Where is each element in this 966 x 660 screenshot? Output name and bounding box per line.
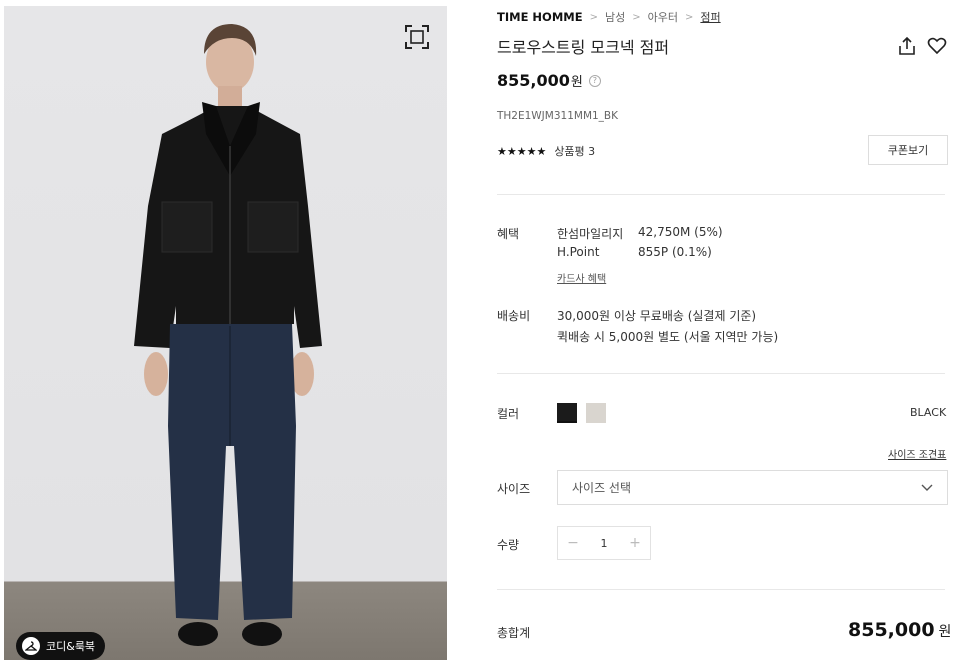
product-info: TIME HOMME > 남성 > 아우터 > 점퍼 드로우스트링 모크넥 점퍼… xyxy=(497,0,951,660)
color-swatch-beige[interactable] xyxy=(586,403,606,423)
chevron-down-icon xyxy=(921,484,933,491)
shipping-label: 배송비 xyxy=(497,309,531,323)
lookbook-button[interactable]: 코디&룩북 xyxy=(16,632,106,660)
breadcrumb: TIME HOMME > 남성 > 아우터 > 점퍼 xyxy=(497,9,721,25)
rating-row[interactable]: ★★★★★ 상품평 3 xyxy=(497,143,595,159)
product-photo[interactable]: 코디&룩북 xyxy=(4,6,447,660)
size-chart-link[interactable]: 사이즈 조견표 xyxy=(888,446,946,461)
breadcrumb-brand[interactable]: TIME HOMME xyxy=(497,10,583,24)
hanger-icon xyxy=(22,637,40,655)
product-price: 855,000 xyxy=(497,71,570,90)
star-rating-icon: ★★★★★ xyxy=(497,144,547,158)
total-price: 855,000 원 xyxy=(848,619,951,641)
divider xyxy=(497,589,945,590)
coupon-button[interactable]: 쿠폰보기 xyxy=(868,135,948,165)
heart-icon[interactable] xyxy=(927,36,947,56)
product-code: TH2E1WJM311MM1_BK xyxy=(497,110,619,122)
mileage-name: 한섬마일리지 xyxy=(557,227,624,241)
minus-button[interactable]: − xyxy=(558,535,588,551)
chevron-right-icon: > xyxy=(632,11,641,23)
hpoint-value: 855P (0.1%) xyxy=(638,245,712,259)
total-label: 총합계 xyxy=(497,626,531,640)
fullscreen-icon[interactable] xyxy=(404,24,430,50)
product-title: 드로우스트링 모크넥 점퍼 xyxy=(497,38,670,57)
breadcrumb-item-outer[interactable]: 아우터 xyxy=(648,9,678,25)
selected-color: BLACK xyxy=(910,406,947,419)
quantity-value[interactable]: 1 xyxy=(588,537,620,550)
quantity-stepper[interactable]: − 1 + xyxy=(557,526,651,560)
price-unit: 원 xyxy=(570,75,583,90)
total-unit: 원 xyxy=(938,624,952,640)
shipping-line-2: 퀵배송 시 5,000원 별도 (서울 지역만 가능) xyxy=(557,330,779,344)
benefits-label: 혜택 xyxy=(497,227,520,241)
divider xyxy=(497,194,945,195)
chevron-right-icon: > xyxy=(684,11,694,23)
color-swatch-black[interactable] xyxy=(557,403,577,423)
shipping-line-1: 30,000원 이상 무료배송 (실결제 기준) xyxy=(557,309,757,323)
size-select[interactable]: 사이즈 선택 xyxy=(557,470,948,505)
total-amount: 855,000 xyxy=(848,619,935,641)
lookbook-label: 코디&룩북 xyxy=(46,640,96,653)
size-select-placeholder: 사이즈 선택 xyxy=(572,481,632,495)
plus-button[interactable]: + xyxy=(620,535,650,551)
size-label: 사이즈 xyxy=(497,482,531,496)
card-benefits-link[interactable]: 카드사 혜택 xyxy=(557,270,606,285)
price-row: 855,000 원 ? xyxy=(497,71,601,90)
divider xyxy=(497,373,945,374)
question-icon[interactable]: ? xyxy=(588,74,601,87)
breadcrumb-item-men[interactable]: 남성 xyxy=(605,9,625,25)
share-icon[interactable] xyxy=(897,36,917,56)
mileage-value: 42,750M (5%) xyxy=(638,225,723,239)
quantity-label: 수량 xyxy=(497,538,520,552)
review-count[interactable]: 상품평 3 xyxy=(554,143,595,159)
breadcrumb-item-jumper[interactable]: 점퍼 xyxy=(700,9,720,25)
color-label: 컬러 xyxy=(497,407,520,421)
chevron-right-icon: > xyxy=(589,11,598,23)
hpoint-name: H.Point xyxy=(557,245,600,259)
model-image xyxy=(134,24,322,646)
